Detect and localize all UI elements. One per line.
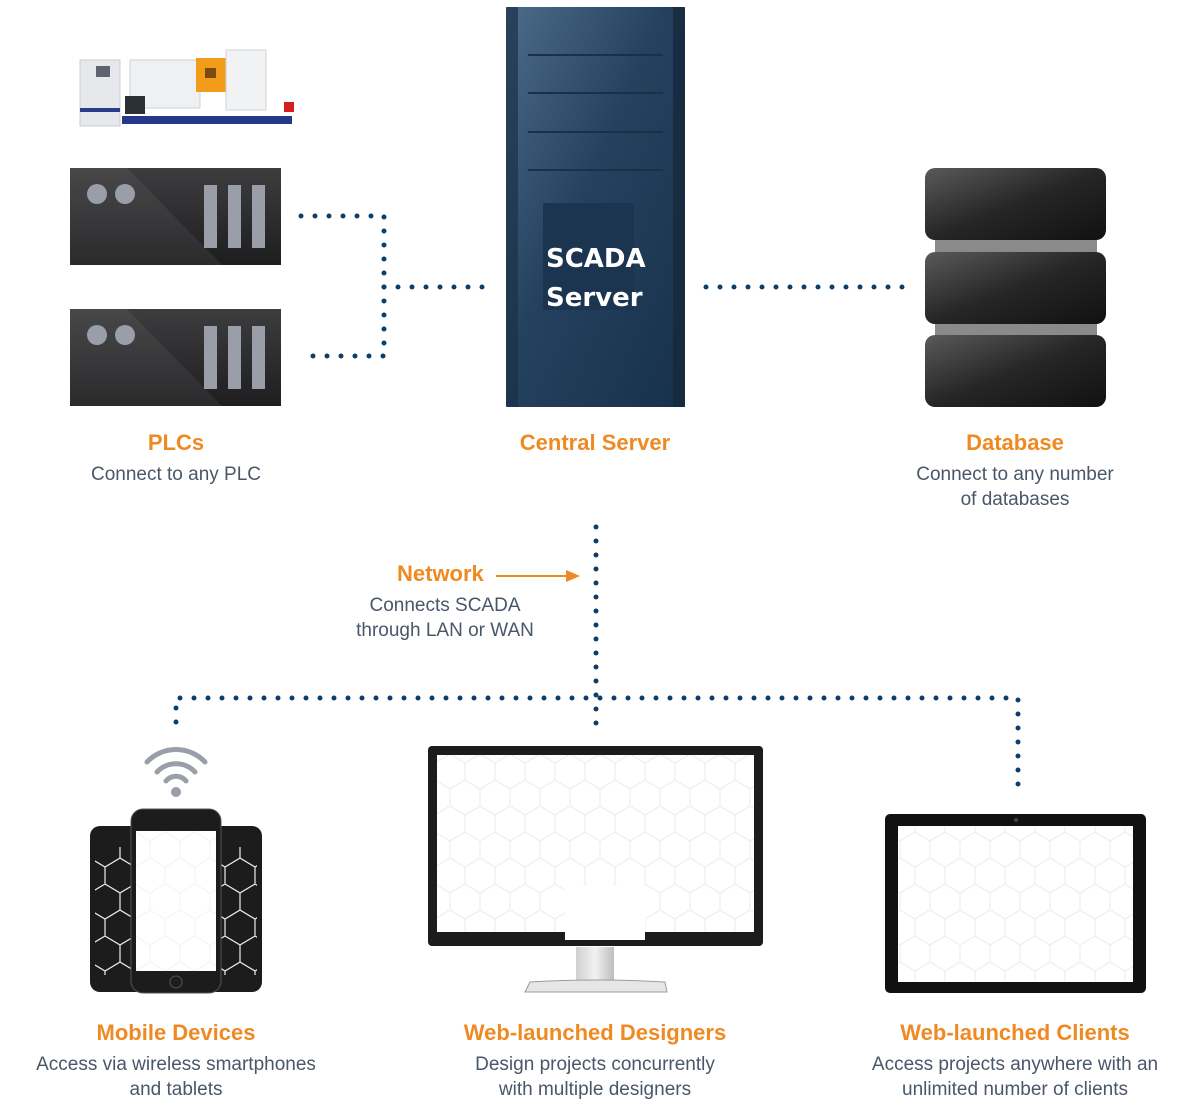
desktop-monitor-icon [428,746,763,993]
plcs-desc: Connect to any PLC [56,462,296,487]
mobile-desc-line: Access via wireless smartphones [36,1054,316,1075]
database-desc-line: Connect to any number [916,464,1114,485]
clients-desc-line: unlimited number of clients [902,1079,1128,1100]
database-title: Database [966,430,1064,455]
mobile-desc: Access via wireless smartphones and tabl… [6,1052,346,1102]
network-desc-line: Connects SCADA [369,595,521,616]
database-icon [925,168,1106,407]
network-desc-line: through LAN or WAN [356,620,534,641]
clients-desc: Access projects anywhere with an unlimit… [845,1052,1185,1102]
database-desc-line: of databases [960,489,1070,510]
plc-rack-icon [70,309,281,406]
clients-desc-line: Access projects anywhere with an [871,1054,1159,1075]
connector-plc1 [298,213,387,359]
plc-rack-icon [70,168,281,265]
wifi-icon [144,747,208,797]
industrial-machine-icon [79,49,294,127]
server-label: SCADA Server [546,240,646,318]
server-title: Central Server [519,430,671,455]
mobile-title: Mobile Devices [96,1020,256,1045]
designers-title: Web-launched Designers [463,1020,727,1045]
smartphones-icon [90,808,262,994]
mobile-desc-line: and tablets [129,1079,223,1100]
network-title: Network [397,561,484,586]
network-desc: Connects SCADA through LAN or WAN [325,593,565,643]
database-desc: Connect to any number of databases [875,462,1155,512]
designers-desc: Design projects concurrently with multip… [435,1052,755,1102]
tablet-icon [885,814,1146,993]
server-label-line2: Server [546,283,643,313]
diagram-canvas [70,7,1146,994]
designers-desc-line: with multiple designers [498,1079,692,1100]
clients-title: Web-launched Clients [900,1020,1130,1045]
plcs-title: PLCs [147,430,205,455]
server-tower-icon [506,7,685,407]
designers-desc-line: Design projects concurrently [475,1054,715,1075]
server-label-line1: SCADA [546,244,646,274]
plcs-desc-line: Connect to any PLC [90,464,262,485]
